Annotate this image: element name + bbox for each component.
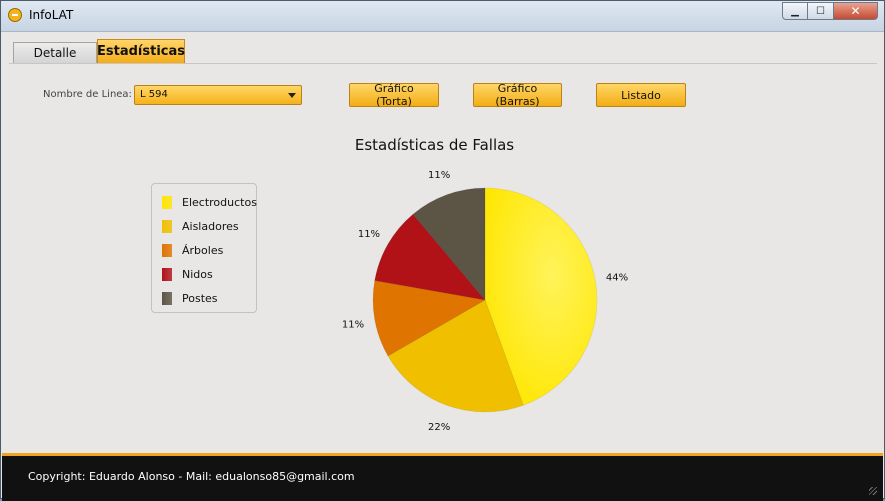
footer: Copyright: Eduardo Alonso - Mail: edualo… <box>2 453 883 501</box>
line-name-label: Nombre de Linea: <box>43 89 132 100</box>
legend-label: Nidos <box>182 267 213 281</box>
legend-item: Electroductos <box>162 195 257 209</box>
chart-title: Estadísticas de Fallas <box>354 136 515 154</box>
resize-grip-icon[interactable] <box>869 487 877 495</box>
chart-legend: Electroductos Aisladores Árboles Nidos Poste… <box>151 183 257 313</box>
close-button[interactable]: ✕ <box>834 2 878 20</box>
copyright-text: Copyright: Eduardo Alonso - Mail: edualo… <box>28 470 355 483</box>
pie-chart-button[interactable]: Gráfico (Torta) <box>349 82 439 108</box>
line-name-value: L 594 <box>140 89 168 100</box>
legend-swatch <box>162 195 172 209</box>
legend-label: Aisladores <box>182 219 239 233</box>
window-controls: ▁ ☐ ✕ <box>782 2 878 22</box>
legend-item: Postes <box>162 291 218 305</box>
app-window: InfoLAT ▁ ☐ ✕ Detalle Estadísticas Nombr… <box>0 0 885 501</box>
legend-swatch <box>162 267 172 281</box>
maximize-button[interactable]: ☐ <box>808 2 834 20</box>
pie-slice-label: 11% <box>342 319 364 330</box>
legend-label: Árboles <box>182 243 224 257</box>
tab-estadisticas[interactable]: Estadísticas <box>97 39 185 63</box>
legend-swatch <box>162 291 172 305</box>
legend-label: Postes <box>182 291 218 305</box>
listing-button[interactable]: Listado <box>596 83 686 107</box>
chart-title-row: Estadísticas de Fallas <box>1 136 885 154</box>
legend-item: Árboles <box>162 243 223 257</box>
pie-slice-label: 11% <box>428 171 450 181</box>
pie-slice-label: 22% <box>428 422 450 433</box>
legend-label: Electroductos <box>182 195 257 209</box>
app-icon <box>8 8 22 22</box>
title-bar[interactable]: InfoLAT ▁ ☐ ✕ <box>1 1 884 32</box>
pie-chart: 44% 22% 11% 11% 11% <box>342 171 628 433</box>
minimize-button[interactable]: ▁ <box>782 2 808 20</box>
legend-item: Aisladores <box>162 219 239 233</box>
tab-detalle[interactable]: Detalle <box>13 42 97 63</box>
pie-slice-label: 44% <box>606 273 628 284</box>
pie-slice-label: 11% <box>358 229 380 240</box>
legend-swatch <box>162 243 172 257</box>
bar-chart-button[interactable]: Gráfico (Barras) <box>473 82 562 108</box>
line-name-select[interactable]: L 594 <box>134 85 302 105</box>
chevron-down-icon <box>288 93 296 98</box>
legend-item: Nidos <box>162 267 213 281</box>
window-title: InfoLAT <box>29 8 74 22</box>
legend-swatch <box>162 219 172 233</box>
